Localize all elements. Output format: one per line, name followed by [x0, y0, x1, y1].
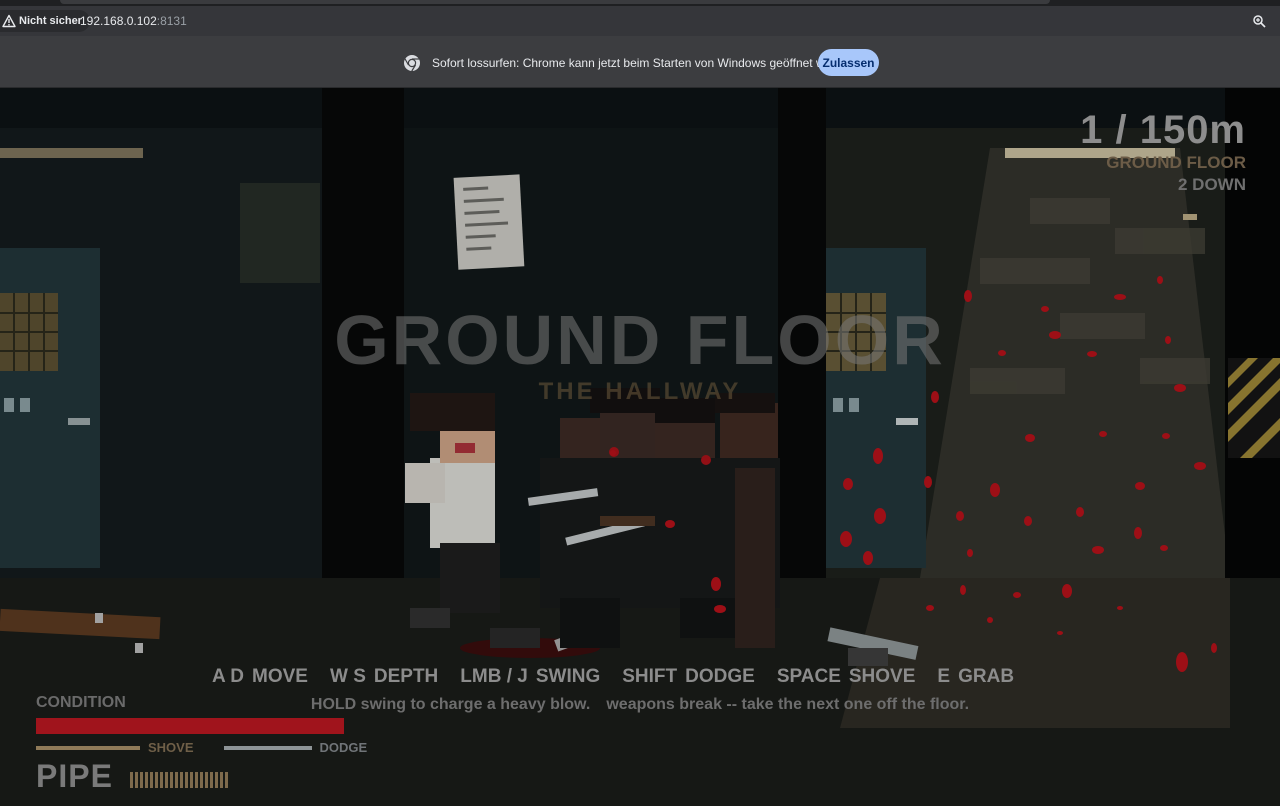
chrome-logo-icon: [404, 55, 420, 72]
durability-tick: [165, 772, 168, 788]
control-swing: LMB / J SWING: [460, 666, 601, 687]
active-tab-edge[interactable]: [60, 0, 1050, 4]
allow-button[interactable]: Zulassen: [818, 49, 879, 76]
weapon-name: PIPE: [36, 758, 113, 794]
durability-tick: [220, 772, 223, 788]
current-floor: GROUND FLOOR: [1106, 153, 1246, 172]
url-host: 192.168.0.102: [80, 14, 157, 28]
durability-tick: [155, 772, 158, 788]
durability-tick: [180, 772, 183, 788]
durability-tick: [145, 772, 148, 788]
durability-tick: [225, 772, 228, 788]
durability-tick: [185, 772, 188, 788]
tutorial-hint: HOLD swing to charge a heavy blow. weapon…: [0, 696, 1280, 714]
floors-down: 2 DOWN: [1178, 175, 1246, 194]
durability-tick: [170, 772, 173, 788]
level-subtitle: THE HALLWAY: [538, 378, 742, 405]
durability-tick: [175, 772, 178, 788]
health-bar-fill: [36, 718, 344, 734]
durability-tick: [210, 772, 213, 788]
dodge-meter: [223, 745, 312, 750]
address-bar: Nicht sicher 192.168.0.102:8131: [0, 6, 1280, 36]
warning-icon: [2, 14, 16, 28]
condition-label: CONDITION: [36, 694, 126, 711]
depth-value: 1 / 150m: [1080, 108, 1246, 152]
shove-meter: [36, 745, 140, 750]
weapon-durability: [130, 772, 228, 788]
hint-charge: HOLD swing to charge a heavy blow.: [310, 696, 591, 713]
health-bar: [36, 718, 344, 734]
control-dodge: SHIFT DODGE: [622, 666, 755, 687]
durability-tick: [205, 772, 208, 788]
zoom-icon[interactable]: [1252, 14, 1266, 28]
depth-readout: 1 / 150m GROUND FLOOR 2 DOWN: [1080, 108, 1246, 196]
security-chip[interactable]: Nicht sicher: [0, 10, 90, 32]
durability-tick: [160, 772, 163, 788]
control-depth: W S DEPTH: [329, 666, 439, 687]
durability-tick: [200, 772, 203, 788]
durability-tick: [215, 772, 218, 788]
control-shove: SPACE SHOVE: [776, 666, 916, 687]
durability-tick: [150, 772, 153, 788]
durability-tick: [135, 772, 138, 788]
control-move: A D MOVE: [212, 666, 308, 687]
durability-tick: [130, 772, 133, 788]
url-port: :8131: [156, 14, 187, 28]
startup-infobar: Sofort lossurfen: Chrome kann jetzt beim…: [0, 36, 1280, 88]
control-grab: E GRAB: [937, 666, 1015, 687]
security-label: Nicht sicher: [19, 15, 82, 27]
controls-legend: A D MOVE W S DEPTH LMB / J SWING SHIFT DODGE…: [212, 666, 1014, 690]
durability-tick: [140, 772, 143, 788]
durability-tick: [190, 772, 193, 788]
infobar-message: Sofort lossurfen: Chrome kann jetzt beim…: [432, 56, 859, 70]
durability-tick: [195, 772, 198, 788]
level-title: GROUND FLOOR: [334, 301, 946, 379]
dodge-label: DODGE: [319, 740, 368, 755]
game-canvas[interactable]: 1 / 150m GROUND FLOOR 2 DOWN GROUND FLOO…: [0, 88, 1280, 806]
ability-meters: SHOVE DODGE: [36, 740, 367, 755]
url-field[interactable]: 192.168.0.102:8131: [80, 14, 187, 28]
shove-label: SHOVE: [148, 740, 194, 755]
hint-weapons: weapons break -- take the next one off t…: [606, 696, 970, 713]
